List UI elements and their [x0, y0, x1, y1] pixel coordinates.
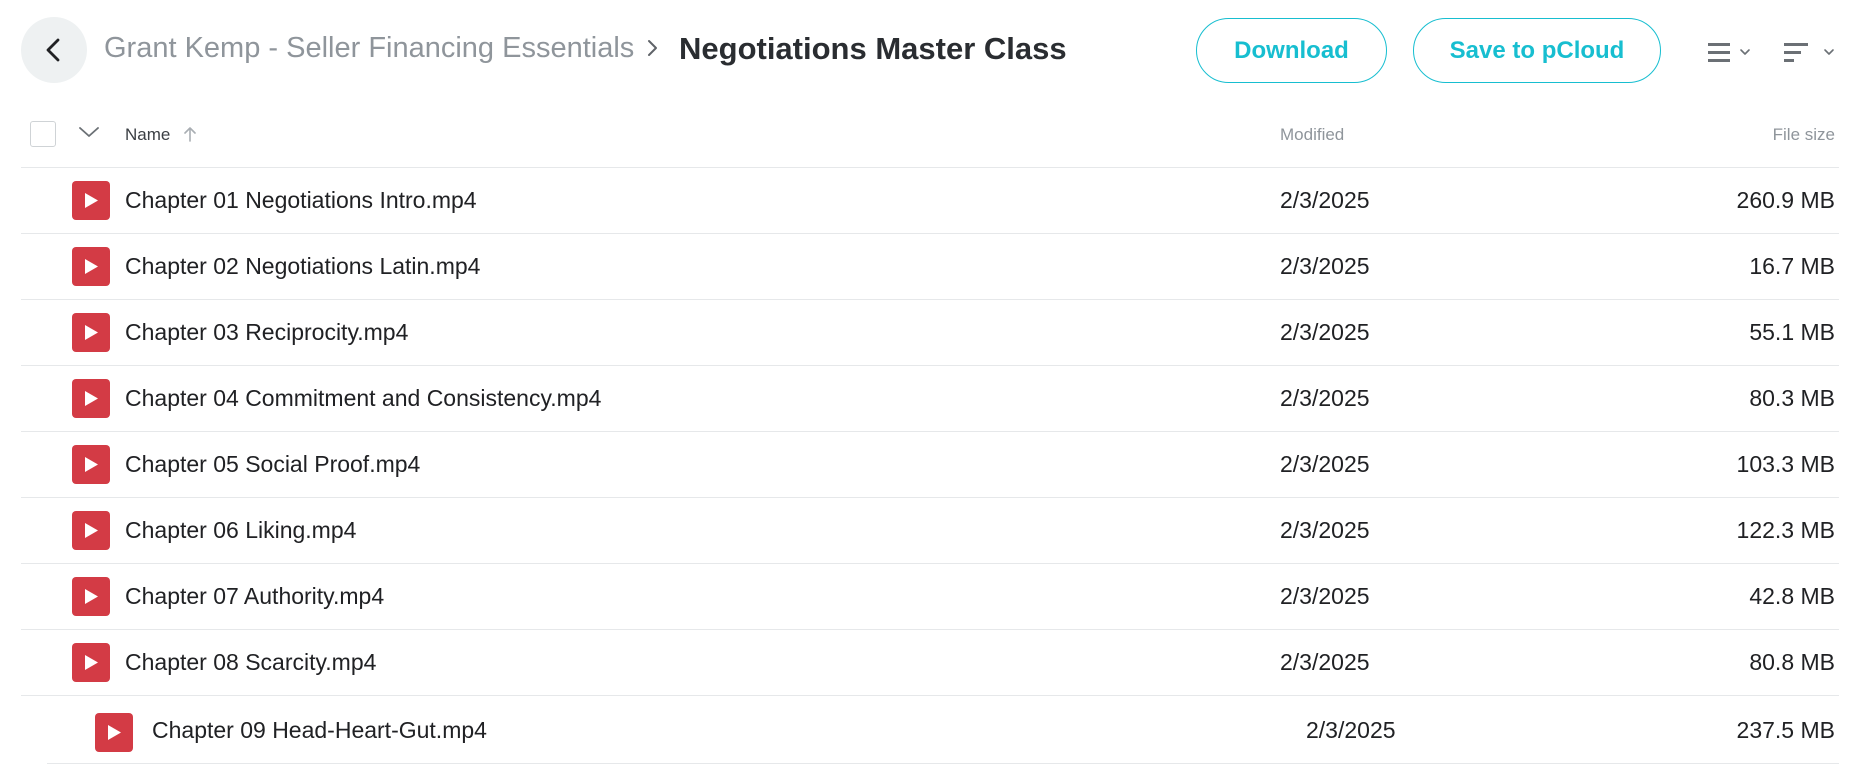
save-to-pcloud-button[interactable]: Save to pCloud: [1413, 18, 1661, 83]
file-size: 237.5 MB: [1736, 717, 1835, 743]
play-icon: [85, 457, 98, 472]
play-icon: [85, 391, 98, 406]
file-size: 80.3 MB: [1749, 385, 1835, 411]
file-size: 122.3 MB: [1736, 517, 1835, 543]
download-button[interactable]: Download: [1196, 18, 1387, 83]
table-row[interactable]: Chapter 06 Liking.mp4 2/3/2025 122.3 MB: [21, 498, 1839, 564]
table-row[interactable]: Chapter 09 Head-Heart-Gut.mp4 2/3/2025 2…: [47, 696, 1839, 764]
file-size: 80.8 MB: [1749, 649, 1835, 675]
file-name[interactable]: Chapter 09 Head-Heart-Gut.mp4: [152, 717, 487, 744]
file-name[interactable]: Chapter 02 Negotiations Latin.mp4: [125, 253, 480, 280]
table-row[interactable]: Chapter 03 Reciprocity.mp4 2/3/2025 55.1…: [21, 300, 1839, 366]
table-row[interactable]: Chapter 08 Scarcity.mp4 2/3/2025 80.8 MB: [21, 630, 1839, 696]
file-name[interactable]: Chapter 01 Negotiations Intro.mp4: [125, 187, 477, 214]
chevron-left-icon: [46, 38, 60, 62]
page-title: Negotiations Master Class: [679, 31, 1067, 66]
select-all-checkbox[interactable]: [30, 121, 56, 147]
arrow-up-icon: [184, 127, 196, 142]
table-row[interactable]: Chapter 05 Social Proof.mp4 2/3/2025 103…: [21, 432, 1839, 498]
file-size: 260.9 MB: [1736, 187, 1835, 213]
file-modified: 2/3/2025: [1306, 717, 1396, 743]
table-row[interactable]: Chapter 04 Commitment and Consistency.mp…: [21, 366, 1839, 432]
video-file-icon: [72, 247, 110, 286]
video-file-icon: [72, 181, 110, 220]
file-modified: 2/3/2025: [1280, 583, 1370, 609]
column-header-modified[interactable]: Modified: [1280, 125, 1344, 145]
table-row[interactable]: Chapter 07 Authority.mp4 2/3/2025 42.8 M…: [21, 564, 1839, 630]
file-name[interactable]: Chapter 04 Commitment and Consistency.mp…: [125, 385, 601, 412]
chevron-right-icon: [648, 40, 657, 56]
file-modified: 2/3/2025: [1280, 649, 1370, 675]
sort-dropdown[interactable]: [1782, 38, 1840, 68]
column-header-file-size[interactable]: File size: [1773, 125, 1835, 145]
breadcrumb-parent-link[interactable]: Grant Kemp - Seller Financing Essentials: [104, 32, 634, 65]
table-row[interactable]: Chapter 02 Negotiations Latin.mp4 2/3/20…: [21, 234, 1839, 300]
play-icon: [85, 193, 98, 208]
file-modified: 2/3/2025: [1280, 451, 1370, 477]
play-icon: [85, 523, 98, 538]
column-header-name[interactable]: Name: [125, 125, 170, 145]
video-file-icon: [72, 379, 110, 418]
list-view-icon: [1708, 43, 1750, 62]
play-icon: [85, 259, 98, 274]
header-bar: Grant Kemp - Seller Financing Essentials…: [0, 0, 1859, 100]
table-row[interactable]: Chapter 01 Negotiations Intro.mp4 2/3/20…: [21, 168, 1839, 234]
file-modified: 2/3/2025: [1280, 319, 1370, 345]
chevron-down-icon[interactable]: [78, 125, 100, 139]
file-name[interactable]: Chapter 06 Liking.mp4: [125, 517, 356, 544]
video-file-icon: [72, 313, 110, 352]
file-modified: 2/3/2025: [1280, 187, 1370, 213]
file-modified: 2/3/2025: [1280, 517, 1370, 543]
file-table: Name Modified File size Chapter 01 Negot…: [21, 105, 1839, 764]
view-mode-dropdown[interactable]: [1700, 38, 1758, 68]
table-header: Name Modified File size: [21, 105, 1839, 168]
video-file-icon: [72, 511, 110, 550]
file-modified: 2/3/2025: [1280, 385, 1370, 411]
back-button[interactable]: [21, 17, 87, 83]
file-name[interactable]: Chapter 07 Authority.mp4: [125, 583, 384, 610]
sort-icon: [1784, 43, 1834, 62]
video-file-icon: [72, 577, 110, 616]
file-size: 55.1 MB: [1749, 319, 1835, 345]
video-file-icon: [72, 643, 110, 682]
file-name[interactable]: Chapter 08 Scarcity.mp4: [125, 649, 376, 676]
file-name[interactable]: Chapter 03 Reciprocity.mp4: [125, 319, 408, 346]
video-file-icon: [72, 445, 110, 484]
video-file-icon: [95, 713, 133, 752]
play-icon: [85, 325, 98, 340]
play-icon: [108, 725, 121, 740]
play-icon: [85, 655, 98, 670]
play-icon: [85, 589, 98, 604]
file-modified: 2/3/2025: [1280, 253, 1370, 279]
file-size: 103.3 MB: [1736, 451, 1835, 477]
file-size: 42.8 MB: [1749, 583, 1835, 609]
file-size: 16.7 MB: [1749, 253, 1835, 279]
file-name[interactable]: Chapter 05 Social Proof.mp4: [125, 451, 420, 478]
